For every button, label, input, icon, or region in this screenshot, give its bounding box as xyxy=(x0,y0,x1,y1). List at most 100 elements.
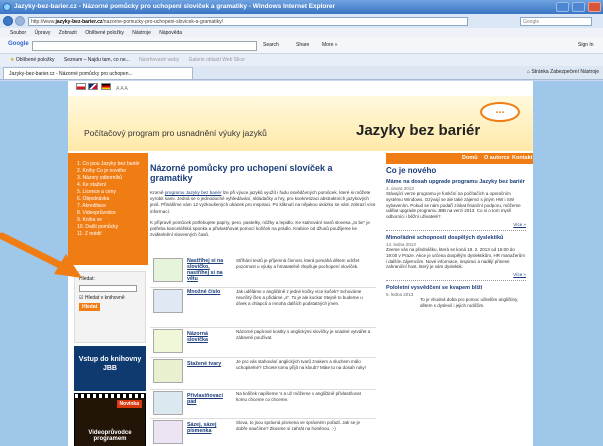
command-bar: ⌂ Stránka Zabezpečení Nástroje xyxy=(527,69,599,75)
close-button[interactable] xyxy=(588,2,601,12)
menu-item-4[interactable]: 4. Ke stažení xyxy=(77,182,142,189)
menu-item-6[interactable]: 6. Objednávka xyxy=(77,196,142,203)
item-desc: Je pro vás stahování anglických tvarů zn… xyxy=(236,359,366,370)
ie-logo-icon xyxy=(3,3,11,11)
video-guide-promo[interactable]: Novinka Videoprůvodce programem xyxy=(74,393,146,446)
favorites-label[interactable]: Oblíbené položky xyxy=(16,57,55,63)
forward-icon[interactable] xyxy=(15,16,25,26)
cmd-page[interactable]: Stránka xyxy=(531,69,548,75)
url-path: /nazorne-pomucky-pro-uchopeni-slovicek-a… xyxy=(102,19,224,25)
flag-uk-icon[interactable] xyxy=(88,83,99,90)
site-logo[interactable]: Jazyky bez bariér xyxy=(356,122,480,139)
favorites-bar: ★ Oblíbené položky Seznam – Najdu tam, c… xyxy=(0,54,603,66)
menu-item-1[interactable]: 1. Co jsou Jazyky bez bariér xyxy=(77,161,142,168)
nav-home[interactable]: Domů xyxy=(462,155,478,161)
star-icon: ★ xyxy=(10,57,15,63)
tab-label: Jazyky-bez-barier.cz - Názorné pomůcky p… xyxy=(9,71,133,77)
share-button[interactable]: Share xyxy=(296,42,309,48)
fav-item-seznam[interactable]: Seznam – Najdu tam, co ne... xyxy=(64,57,130,63)
intro-pre: Kromě xyxy=(150,190,165,195)
materials-paragraph: K přípravě pomůcek potřebujete papíry, p… xyxy=(150,219,370,238)
menu-item-7[interactable]: 7. Akreditace xyxy=(77,203,142,210)
google-search-input[interactable] xyxy=(32,41,257,51)
google-logo: Google xyxy=(8,41,29,47)
item-link[interactable]: Nastříhej si na slovíčko, nastříhej si n… xyxy=(187,258,230,282)
search-checkbox[interactable]: ☑ xyxy=(79,295,83,301)
flag-de-icon[interactable] xyxy=(100,83,111,90)
letters-thumbnail[interactable] xyxy=(153,420,183,444)
menu-bar: Soubor Úpravy Zobrazit Oblíbené položky … xyxy=(0,28,603,37)
fav-item-webslice[interactable]: Galerie oblastí Web Slice xyxy=(189,57,245,63)
url-domain: jazyky-bez-barier.cz xyxy=(55,19,103,25)
news-text: Stávající verze programu je funkční na p… xyxy=(386,191,521,220)
item-desc: Stříhání textů je příjemná činnost, kter… xyxy=(236,258,360,269)
divider xyxy=(150,287,376,288)
film-strip-top xyxy=(75,394,145,398)
window-title: Jazyky-bez-barier.cz - Názorné pomůcky p… xyxy=(14,3,336,10)
menu-item-8[interactable]: 8. Videoprůvodce xyxy=(77,210,142,217)
minimize-button[interactable] xyxy=(556,2,569,12)
fav-item-suggested[interactable]: Navrhované weby xyxy=(139,57,179,63)
scissors-thumbnail[interactable] xyxy=(153,258,183,282)
cmd-safety[interactable]: Zabezpečení xyxy=(550,69,579,75)
contractions-thumbnail[interactable] xyxy=(153,359,183,383)
speech-bubble-icon: ... xyxy=(480,102,520,122)
maximize-button[interactable] xyxy=(572,2,585,12)
google-search-button[interactable]: Search xyxy=(263,42,279,48)
menu-file[interactable]: Soubor xyxy=(10,30,26,36)
news-headline[interactable]: Mimořádné schopnosti dospělých dyslektik… xyxy=(386,235,526,242)
program-link[interactable]: programu Jazyky bez bariér xyxy=(165,190,222,195)
menu-item-3[interactable]: 3. Názory odborníků xyxy=(77,175,142,182)
menu-tools[interactable]: Nástroje xyxy=(132,30,151,36)
search-check-label: Hledat v knihovně xyxy=(84,295,125,301)
item-link[interactable]: Sázej, sázej písmenka xyxy=(187,422,230,434)
address-input[interactable]: http://www.jazyky-bez-barier.cz/nazorne-… xyxy=(28,17,468,26)
annotation-arrow-icon xyxy=(0,232,82,278)
new-badge: Novinka xyxy=(116,400,142,408)
item-desc: Názorné papírové kostky s anglickými slo… xyxy=(236,329,371,340)
search-button[interactable]: Hledat xyxy=(79,303,101,311)
nav-contact[interactable]: Kontakt xyxy=(512,155,532,161)
news-text: Zveme vás na přednášku, která se koná 18… xyxy=(386,246,526,270)
news-headline[interactable]: Máme na dosah upgrade programu Jazyky be… xyxy=(386,179,526,186)
menu-item-9[interactable]: 9. Kniha ve xyxy=(77,217,142,224)
more-button[interactable]: More » xyxy=(322,42,338,48)
nav-about[interactable]: O autorce xyxy=(484,155,510,161)
vocab-cube-thumbnail[interactable] xyxy=(153,329,183,353)
font-size-switch[interactable]: A A A xyxy=(116,86,128,92)
menu-edit[interactable]: Úpravy xyxy=(35,30,51,36)
intro-paragraph: Kromě programu Jazyky bez bariér lze při… xyxy=(150,190,376,215)
more-link[interactable]: Více » xyxy=(386,222,526,227)
language-flags: A A A xyxy=(76,83,128,92)
menu-item-2[interactable]: 2. Knihy Co je nového xyxy=(77,168,142,175)
cmd-tools[interactable]: Nástroje xyxy=(580,69,599,75)
item-link[interactable]: Množné číslo xyxy=(187,289,230,295)
item-link[interactable]: Přivlastňovací pád xyxy=(187,393,230,405)
news-headline[interactable]: Pololetní vysvědčení se kvapem blíží xyxy=(386,285,526,292)
google-toolbar: Google Search Share More » Sign In xyxy=(0,37,603,54)
possessive-thumbnail[interactable] xyxy=(153,391,183,415)
divider xyxy=(150,357,376,358)
sign-in-link[interactable]: Sign In xyxy=(578,42,594,48)
page-title: Názorné pomůcky pro uchopení slovíček a … xyxy=(150,163,333,183)
library-promo-label: Vstup do knihovny JBB xyxy=(78,356,142,372)
divider xyxy=(150,327,376,328)
search-placeholder: Google xyxy=(523,19,540,25)
tab-active[interactable]: Jazyky-bez-barier.cz - Názorné pomůcky p… xyxy=(3,67,193,79)
menu-item-5[interactable]: 5. Licence a ceny xyxy=(77,189,142,196)
menu-help[interactable]: Nápověda xyxy=(159,30,182,36)
plural-thumbnail[interactable] xyxy=(153,289,183,313)
menu-view[interactable]: Zobrazit xyxy=(59,30,77,36)
flag-cz-icon[interactable] xyxy=(76,83,86,90)
tab-bar: Jazyky-bez-barier.cz - Názorné pomůcky p… xyxy=(0,66,603,80)
item-link[interactable]: Stažené tvary xyxy=(187,361,230,367)
library-promo[interactable]: Vstup do knihovny JBB xyxy=(74,346,146,391)
address-bar-row: http://www.jazyky-bez-barier.cz/nazorne-… xyxy=(0,14,603,28)
browser-search-input[interactable]: Google xyxy=(520,17,592,26)
home-icon[interactable]: ⌂ xyxy=(527,69,530,75)
more-link[interactable]: Více » xyxy=(386,272,526,277)
menu-favorites[interactable]: Oblíbené položky xyxy=(85,30,124,36)
back-icon[interactable] xyxy=(3,16,13,26)
video-guide-label: Videoprůvodce programem xyxy=(88,430,132,442)
item-link[interactable]: Názorná slovíčka xyxy=(187,331,230,343)
